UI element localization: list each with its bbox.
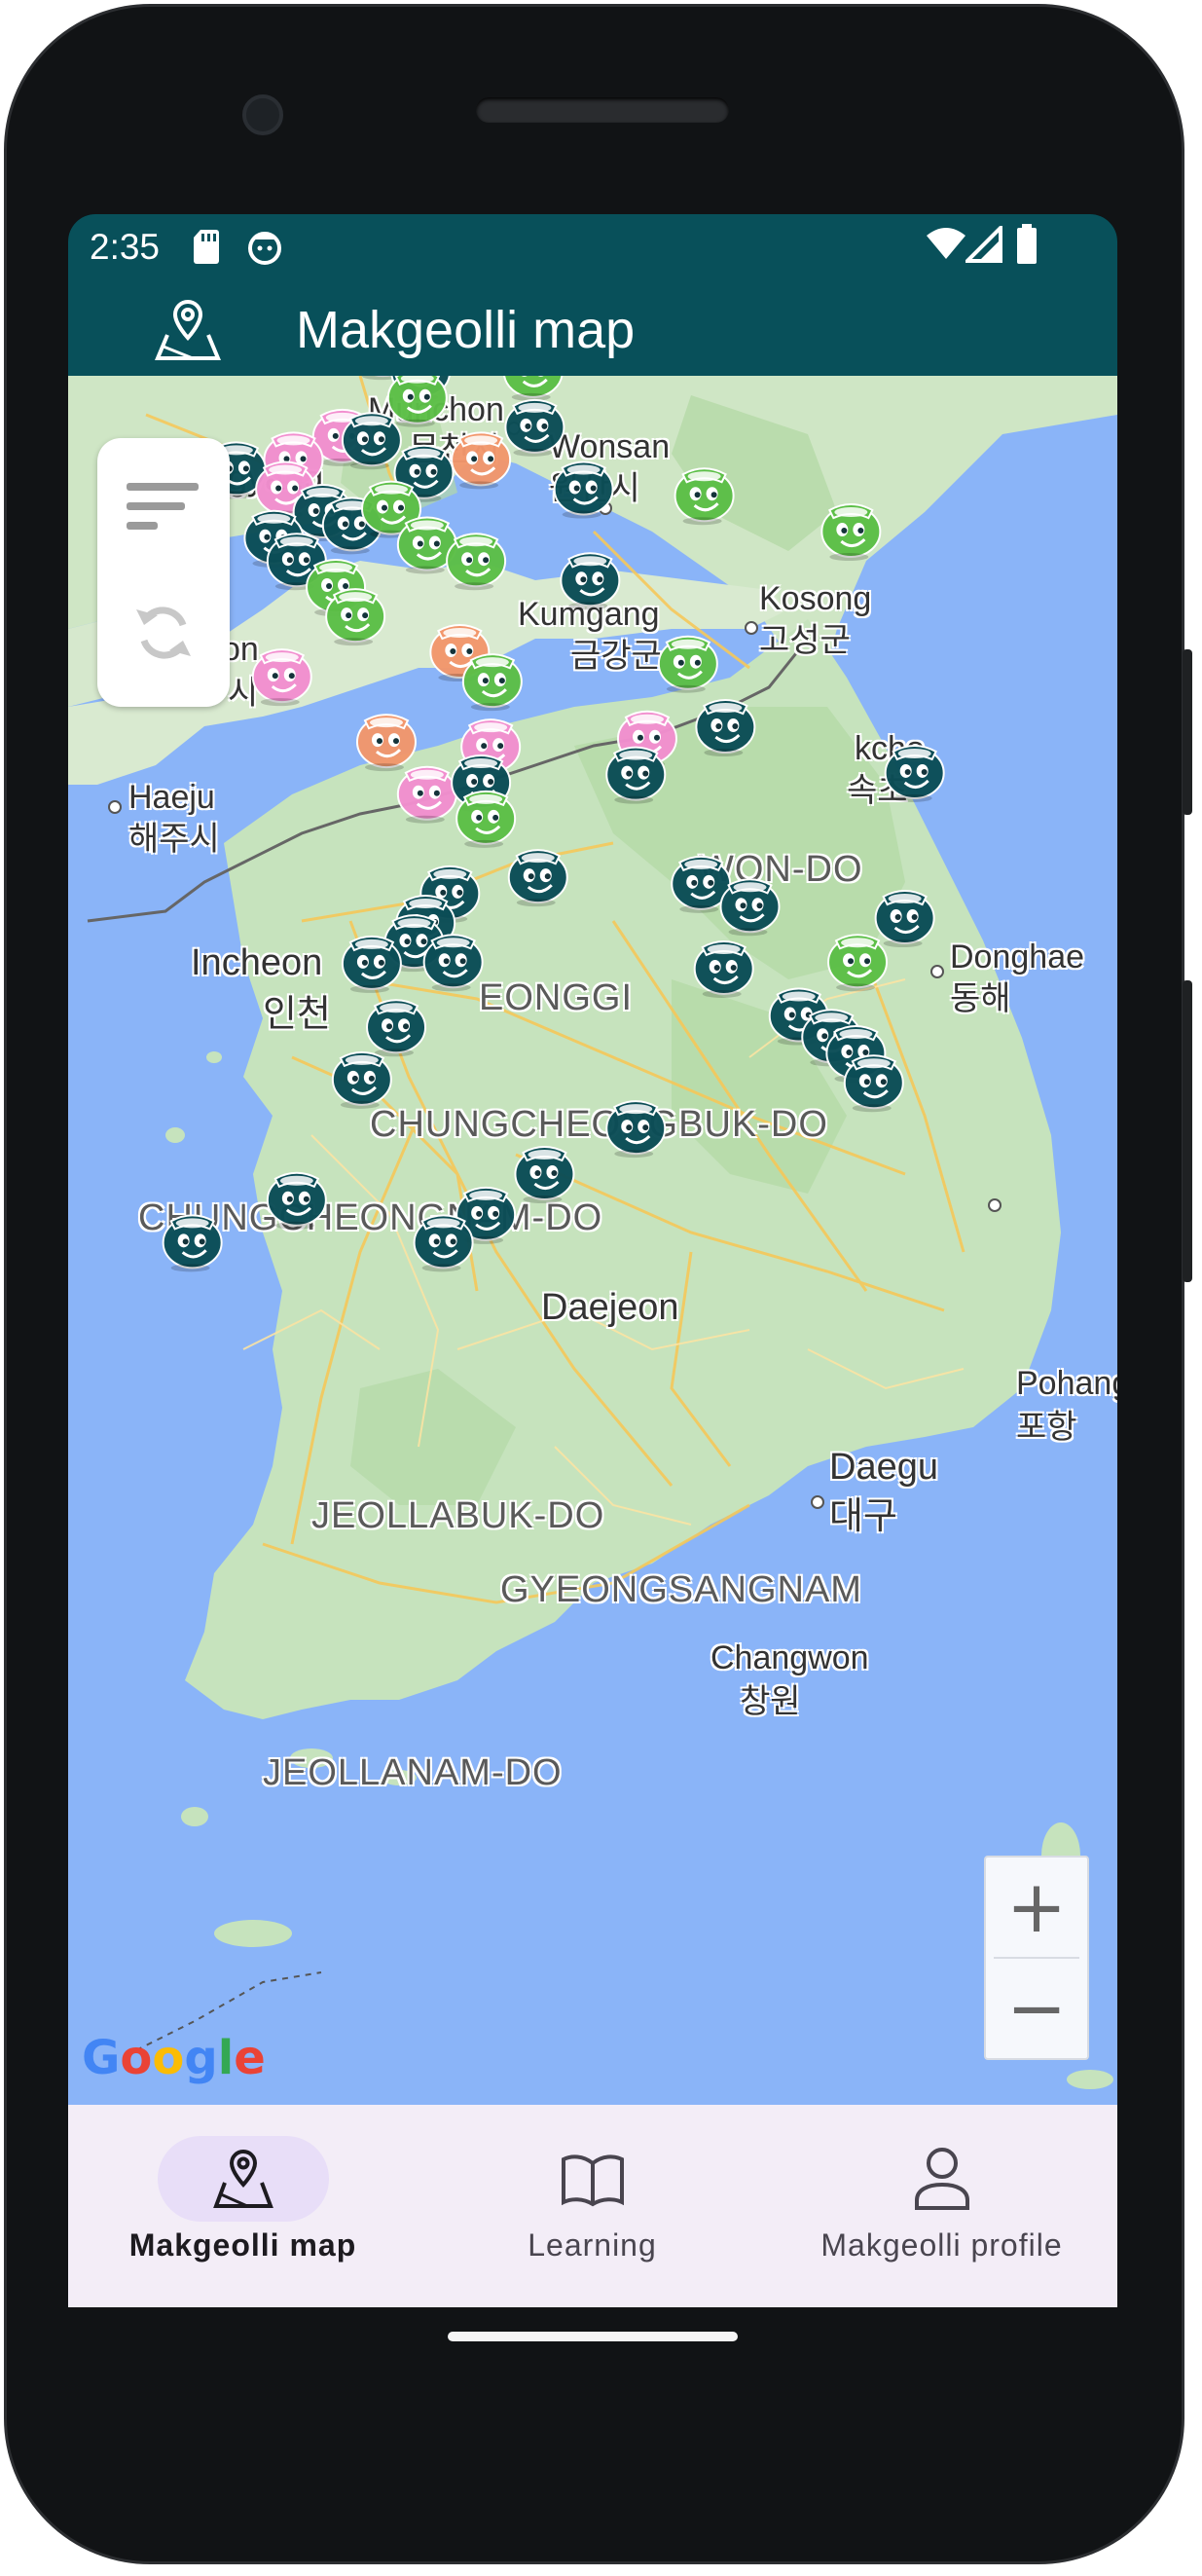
makgeolli-marker[interactable] [657,635,718,693]
makgeolli-marker[interactable] [719,878,781,937]
makgeolli-marker[interactable] [341,935,402,993]
front-camera [242,94,283,135]
map-view[interactable]: Munchon 문천시 Wonsan 원산시 gyang Kosong 고성군 … [68,376,1117,2105]
zoom-in-button[interactable]: + [986,1858,1087,1957]
makgeolli-marker[interactable] [560,552,621,610]
nav-item-learning[interactable]: Learning [418,2105,767,2307]
map-pin-icon [155,299,221,360]
makgeolli-marker[interactable] [455,790,517,848]
sd-card-icon [194,230,219,264]
google-logo: Google [82,2031,266,2085]
status-bar: 2:35 [68,214,1117,278]
nav-label-makgeolli-map: Makgeolli map [128,2227,357,2263]
person-icon [915,2148,969,2210]
makgeolli-marker[interactable] [504,398,565,457]
page-title: Makgeolli map [296,301,636,359]
makgeolli-marker[interactable] [503,376,564,401]
makgeolli-marker[interactable] [251,648,312,707]
makgeolli-marker[interactable] [266,1171,327,1230]
makgeolli-marker[interactable] [605,1100,667,1159]
makgeolli-marker[interactable] [366,999,427,1057]
volume-button [1183,980,1192,1282]
makgeolli-marker[interactable] [386,376,448,427]
notification-face-icon [248,232,281,265]
book-icon [562,2154,624,2207]
zoom-out-button[interactable]: − [986,1959,1087,2058]
nav-item-makgeolli-map[interactable]: Makgeolli map [68,2105,418,2307]
sort-filter-icon[interactable] [125,481,202,535]
nav-label-learning: Learning [528,2227,657,2263]
home-indicator [448,2332,738,2341]
makgeolli-marker[interactable] [884,744,945,802]
map-pin-icon [213,2149,273,2208]
makgeolli-marker[interactable] [325,588,386,646]
makgeolli-marker[interactable] [693,939,754,998]
makgeolli-marker[interactable] [674,467,735,526]
bottom-navigation: Makgeolli map Learning Makgeolli profile [68,2105,1117,2307]
makgeolli-marker[interactable] [874,890,935,948]
nav-item-makgeolli-profile[interactable]: Makgeolli profile [767,2105,1116,2307]
makgeolli-marker[interactable] [827,934,889,992]
nav-label-makgeolli-profile: Makgeolli profile [820,2227,1063,2263]
battery-icon [1017,224,1037,264]
map-controls-panel [97,438,230,707]
makgeolli-marker[interactable] [553,460,614,519]
makgeolli-marker[interactable] [446,533,507,591]
wifi-icon [927,228,965,259]
makgeolli-marker[interactable] [843,1054,904,1113]
status-time: 2:35 [90,227,161,267]
makgeolli-marker[interactable] [355,714,417,772]
makgeolli-marker[interactable] [396,765,457,824]
makgeolli-marker[interactable] [514,1146,575,1203]
makgeolli-marker[interactable] [605,746,667,804]
app-bar: Makgeolli map [68,278,1117,376]
makgeolli-marker[interactable] [413,1214,474,1272]
signal-icon [965,226,1002,263]
makgeolli-marker[interactable] [507,849,568,907]
power-button [1183,649,1192,815]
makgeolli-marker[interactable] [820,503,882,562]
makgeolli-marker[interactable] [331,1050,392,1109]
makgeolli-marker[interactable] [422,934,484,992]
makgeolli-marker[interactable] [695,699,756,757]
earpiece-speaker [476,97,729,123]
zoom-controls: + − [984,1856,1089,2060]
makgeolli-marker[interactable] [451,431,512,490]
refresh-icon[interactable] [132,602,195,664]
screen: 2:35 Makgeolli map Wonsan Kosong 고성군 Kum… [68,214,1117,2307]
makgeolli-marker[interactable] [461,653,523,712]
makgeolli-marker[interactable] [162,1214,223,1272]
